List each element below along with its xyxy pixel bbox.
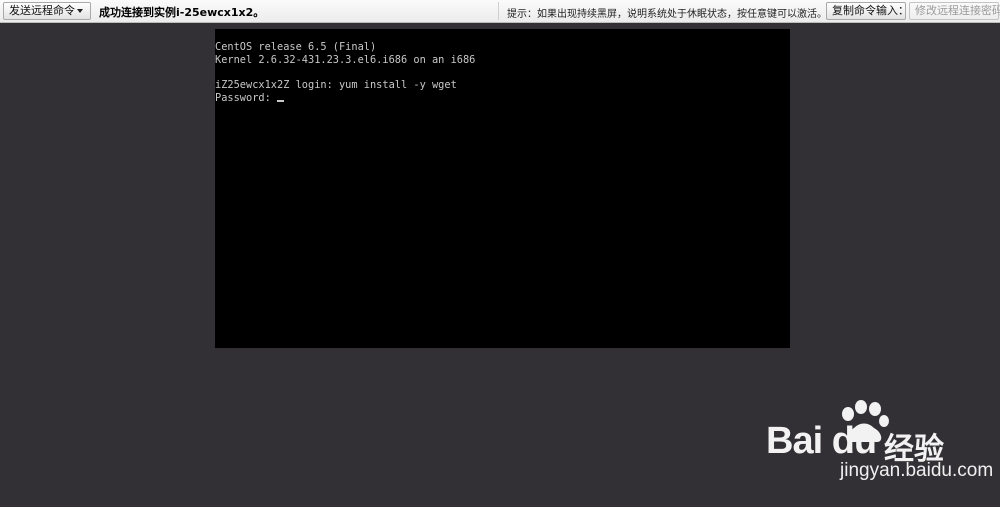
send-remote-command-label: 发送远程命令 xyxy=(9,4,75,17)
terminal-line: CentOS release 6.5 (Final) xyxy=(215,41,377,53)
text-cursor xyxy=(277,99,284,102)
top-toolbar: 发送远程命令 成功连接到实例i-25ewcx1x2。 提示：如果出现持续黑屏，说… xyxy=(0,0,1000,23)
copy-command-input-button[interactable]: 复制命令输入： xyxy=(826,2,909,20)
terminal-console[interactable]: CentOS release 6.5 (Final) Kernel 2.6.32… xyxy=(215,29,790,348)
send-remote-command-button[interactable]: 发送远程命令 xyxy=(3,2,91,20)
baidu-logo-text: Bai du xyxy=(766,420,877,462)
toolbar-divider xyxy=(498,2,499,20)
terminal-prompt-line: Password: xyxy=(215,92,790,105)
password-prompt: Password: xyxy=(215,91,277,104)
terminal-line: iZ25ewcx1x2Z login: yum install -y wget xyxy=(215,79,457,92)
dropdown-caret-icon xyxy=(77,9,83,13)
terminal-line: Kernel 2.6.32-431.23.3.el6.i686 on an i6… xyxy=(215,53,476,66)
change-remote-password-button[interactable]: 修改远程连接密码 xyxy=(909,2,1000,20)
watermark-url: jingyan.baidu.com xyxy=(840,460,994,481)
connection-status-text: 成功连接到实例i-25ewcx1x2。 xyxy=(99,6,265,19)
baidu-jingyan-watermark: Bai du 经验 jingyan.baidu.com xyxy=(766,398,993,490)
hint-text: 提示：如果出现持续黑屏，说明系统处于休眠状态，按任意键可以激活。 xyxy=(507,9,827,20)
